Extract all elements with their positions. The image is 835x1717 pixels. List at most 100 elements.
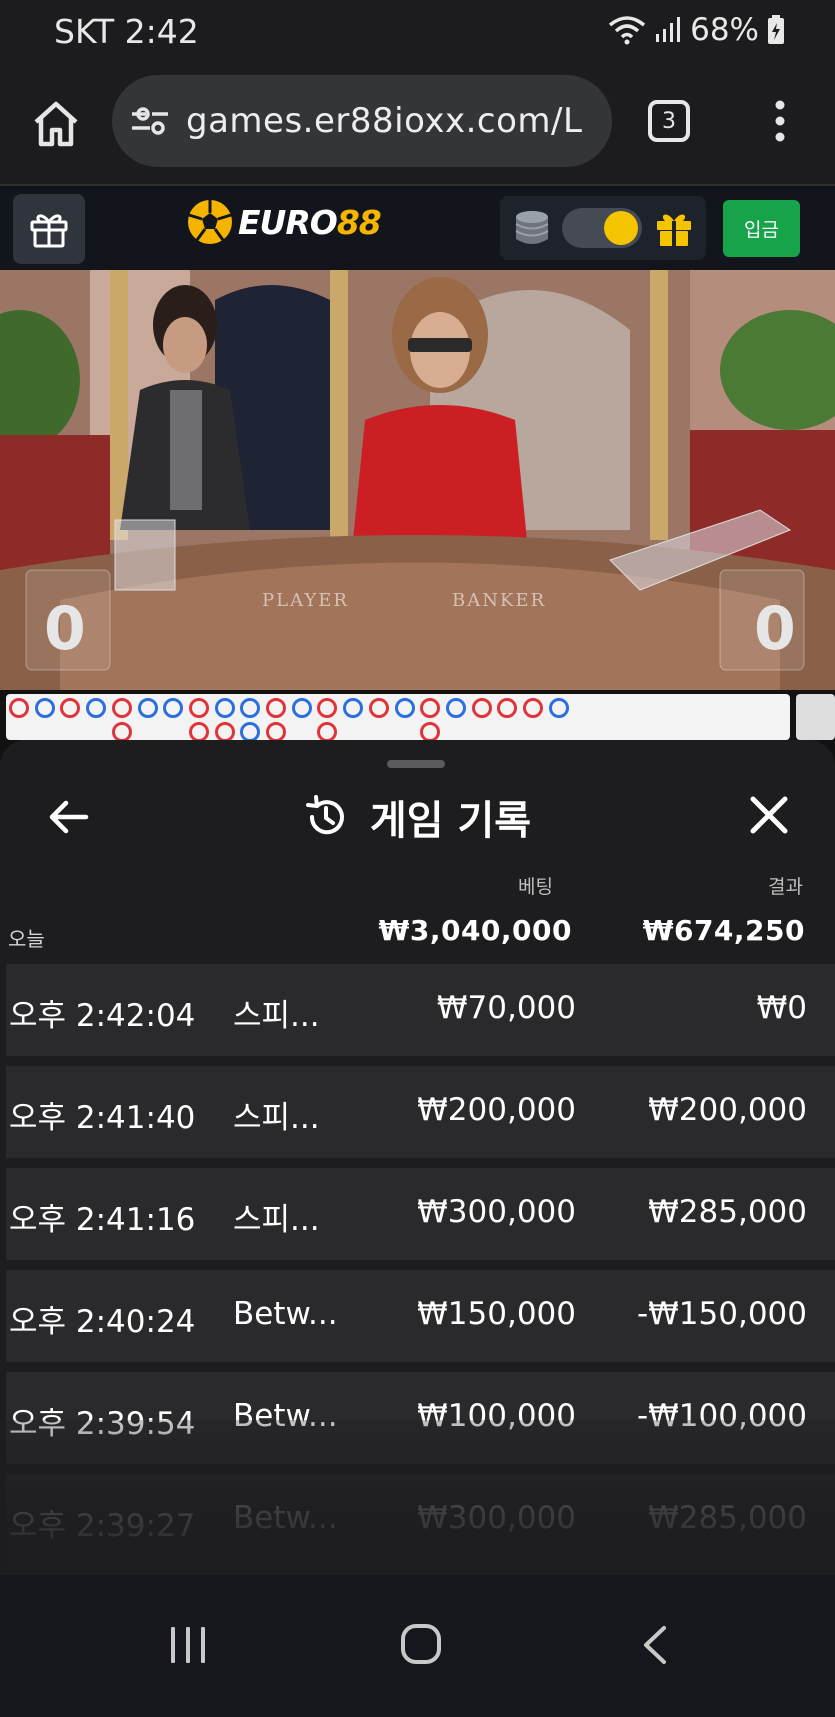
recent-apps-icon[interactable] bbox=[168, 1625, 208, 1665]
balance-toggle[interactable] bbox=[562, 208, 642, 248]
wallet-controls bbox=[500, 196, 706, 260]
history-row[interactable]: 오후 2:42:04 스피... ₩70,000 ₩0 bbox=[6, 964, 835, 1056]
bead-road[interactable] bbox=[6, 694, 790, 740]
logo-word: EURO bbox=[238, 202, 338, 242]
road-bead bbox=[9, 698, 29, 718]
battery-icon bbox=[768, 15, 784, 44]
player-score: 0 bbox=[44, 594, 86, 664]
road-bead bbox=[548, 698, 569, 718]
road-bead bbox=[188, 698, 209, 718]
casino-scene bbox=[0, 270, 835, 690]
road-bead bbox=[497, 698, 518, 718]
road-bead bbox=[317, 722, 338, 740]
row-time: 오후 2:41:40 bbox=[9, 1100, 196, 1136]
nav-back-icon[interactable] bbox=[640, 1625, 670, 1665]
row-game: 스피... bbox=[233, 998, 320, 1034]
status-carrier-time: SKT 2:42 bbox=[54, 12, 199, 51]
live-dealer-video[interactable]: PLAYER BANKER 0 0 bbox=[0, 270, 835, 690]
row-result: -₩100,000 bbox=[636, 1398, 807, 1434]
home-icon[interactable] bbox=[30, 98, 82, 150]
row-result: ₩200,000 bbox=[648, 1092, 807, 1128]
deposit-button[interactable]: 입금 bbox=[723, 200, 800, 257]
row-bet: ₩200,000 bbox=[417, 1092, 576, 1128]
history-row[interactable]: 오후 2:41:40 스피... ₩200,000 ₩200,000 bbox=[6, 1066, 835, 1158]
banker-score: 0 bbox=[754, 594, 796, 664]
row-result: ₩285,000 bbox=[648, 1194, 807, 1230]
road-bead bbox=[343, 698, 364, 718]
gift-outline-icon bbox=[30, 214, 68, 248]
game-history-sheet: 게임 기록 베팅 결과 오늘 ₩3,040,000 ₩674,250 오후 2:… bbox=[0, 740, 835, 1575]
road-side-panel bbox=[796, 694, 835, 740]
soccer-ball-icon bbox=[188, 200, 232, 244]
road-bead bbox=[86, 698, 107, 718]
tab-switcher-button[interactable]: 3 bbox=[648, 100, 690, 142]
today-label: 오늘 bbox=[8, 927, 45, 951]
road-bead bbox=[471, 698, 492, 718]
row-bet: ₩300,000 bbox=[417, 1194, 576, 1230]
road-bead bbox=[111, 722, 132, 740]
browser-toolbar: games.er88ioxx.com/L 3 bbox=[0, 62, 835, 186]
road-bead bbox=[394, 698, 415, 718]
nav-home-icon[interactable] bbox=[400, 1623, 442, 1665]
logo-number: 88 bbox=[336, 202, 382, 242]
road-bead bbox=[266, 698, 286, 718]
status-icons: 68% bbox=[608, 12, 785, 48]
road-bead bbox=[368, 698, 389, 718]
row-game: Betw... bbox=[233, 1500, 338, 1536]
wifi-icon bbox=[608, 16, 646, 45]
road-bead bbox=[163, 698, 184, 718]
road-bead bbox=[420, 722, 441, 740]
row-time: 오후 2:40:24 bbox=[9, 1304, 196, 1340]
road-bead bbox=[317, 698, 338, 718]
history-icon bbox=[305, 795, 344, 835]
row-result: ₩0 bbox=[756, 990, 807, 1026]
close-icon[interactable] bbox=[748, 794, 790, 836]
row-bet: ₩300,000 bbox=[417, 1500, 576, 1536]
site-logo[interactable]: EURO88 bbox=[186, 198, 382, 246]
row-game: 스피... bbox=[233, 1202, 320, 1238]
result-column-header: 결과 bbox=[768, 876, 803, 898]
road-bead bbox=[420, 698, 441, 718]
row-game: Betw... bbox=[233, 1296, 338, 1332]
road-bead bbox=[240, 722, 261, 740]
road-bead bbox=[137, 698, 158, 718]
more-vert-icon[interactable] bbox=[770, 100, 790, 142]
player-table-label: PLAYER bbox=[262, 590, 349, 611]
row-game: 스피... bbox=[233, 1100, 320, 1136]
coins-icon[interactable] bbox=[512, 209, 552, 247]
status-bar: SKT 2:42 68% bbox=[0, 0, 835, 62]
row-game: Betw... bbox=[233, 1398, 338, 1434]
history-row[interactable]: 오후 2:40:24 Betw... ₩150,000 -₩150,000 bbox=[6, 1270, 835, 1362]
road-bead bbox=[188, 722, 209, 740]
road-bead bbox=[445, 698, 466, 718]
row-time: 오후 2:42:04 bbox=[9, 998, 196, 1034]
gift-icon[interactable] bbox=[654, 208, 694, 248]
toggle-knob bbox=[604, 211, 638, 245]
road-bead bbox=[523, 698, 543, 718]
sheet-header: 게임 기록 bbox=[0, 788, 835, 846]
url-text[interactable]: games.er88ioxx.com/L bbox=[186, 101, 582, 141]
banker-table-label: BANKER bbox=[452, 590, 547, 611]
row-bet: ₩100,000 bbox=[417, 1398, 576, 1434]
tune-icon[interactable] bbox=[130, 106, 170, 136]
sheet-grabber[interactable] bbox=[387, 760, 445, 768]
address-bar[interactable]: games.er88ioxx.com/L bbox=[112, 75, 612, 167]
bet-column-header: 베팅 bbox=[518, 876, 553, 898]
road-bead bbox=[291, 698, 312, 718]
logo-text: EURO88 bbox=[238, 202, 382, 242]
road-bead bbox=[60, 698, 81, 718]
row-time: 오후 2:39:27 bbox=[9, 1508, 196, 1544]
promo-button[interactable] bbox=[13, 194, 85, 264]
row-result: ₩285,000 bbox=[648, 1500, 807, 1536]
system-nav-bar bbox=[0, 1575, 835, 1717]
history-row[interactable]: 오후 2:39:54 Betw... ₩100,000 -₩100,000 bbox=[6, 1372, 835, 1464]
road-bead bbox=[266, 722, 286, 740]
row-result: -₩150,000 bbox=[636, 1296, 807, 1332]
total-bet: ₩3,040,000 bbox=[378, 914, 572, 947]
road-bead bbox=[34, 698, 55, 718]
site-header: EURO88 입금 bbox=[0, 188, 835, 270]
history-row[interactable]: 오후 2:39:27 Betw... ₩300,000 ₩285,000 bbox=[6, 1474, 835, 1566]
road-bead bbox=[214, 698, 235, 718]
road-bead bbox=[111, 698, 132, 718]
history-row[interactable]: 오후 2:41:16 스피... ₩300,000 ₩285,000 bbox=[6, 1168, 835, 1260]
